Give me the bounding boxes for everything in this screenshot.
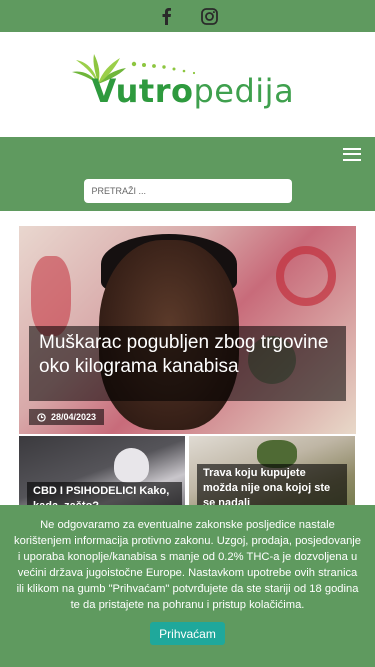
cookie-banner: Ne odgovaramo za eventualne zakonske pos… xyxy=(0,505,375,667)
nav-bar xyxy=(0,137,375,171)
logo-wordmark: Vutropedija xyxy=(92,72,295,110)
social-bar xyxy=(0,0,375,32)
site-logo[interactable]: Vutropedija xyxy=(68,50,308,120)
featured-date: 28/04/2023 xyxy=(51,412,97,422)
search-bar xyxy=(0,171,375,211)
site-header: Vutropedija xyxy=(0,32,375,137)
search-input[interactable] xyxy=(83,179,292,203)
article-card[interactable]: Trava koju kupujete možda nije ona kojoj… xyxy=(189,436,355,516)
clock-icon xyxy=(37,412,46,422)
hamburger-icon[interactable] xyxy=(343,147,361,161)
featured-article[interactable]: Muškarac pogubljen zbog trgovine oko kil… xyxy=(19,226,356,434)
article-card[interactable]: CBD I PSIHODELICI Kako, kada, zašto? xyxy=(19,436,185,516)
accept-cookies-button[interactable]: Prihvaćam xyxy=(150,622,225,645)
featured-title[interactable]: Muškarac pogubljen zbog trgovine oko kil… xyxy=(39,331,336,379)
cookie-notice-text: Ne odgovaramo za eventualne zakonske pos… xyxy=(14,519,361,611)
logo-part-1: Vutro xyxy=(91,71,194,110)
featured-date-badge: 28/04/2023 xyxy=(29,409,105,425)
article-grid: CBD I PSIHODELICI Kako, kada, zašto? Tra… xyxy=(19,436,356,516)
facebook-icon[interactable] xyxy=(155,5,177,27)
instagram-icon[interactable] xyxy=(199,5,221,27)
logo-part-2: pedija xyxy=(193,71,295,110)
main-content: Muškarac pogubljen zbog trgovine oko kil… xyxy=(0,211,375,516)
featured-title-box: Muškarac pogubljen zbog trgovine oko kil… xyxy=(29,326,346,401)
